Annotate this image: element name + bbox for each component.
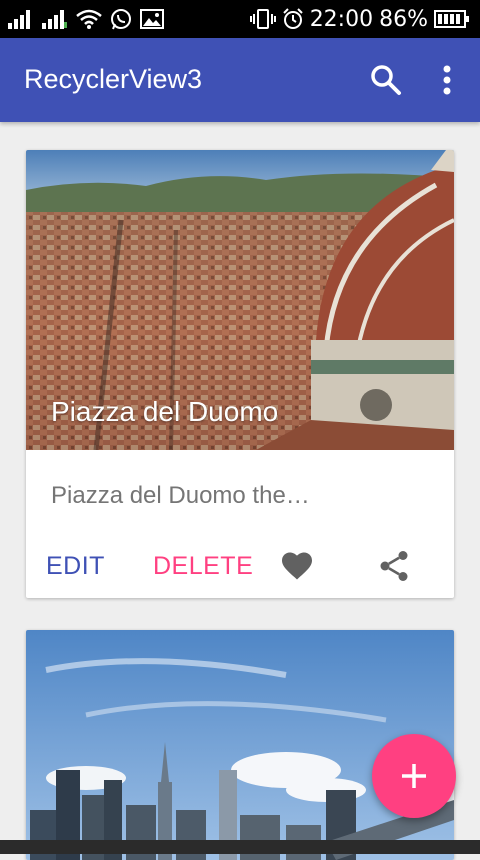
card-title: Piazza del Duomo [51, 396, 279, 427]
image-icon [140, 9, 164, 29]
signal-icon [42, 9, 68, 29]
app-title: RecyclerView3 [24, 64, 203, 94]
status-bar: 22:00 86% [0, 0, 480, 38]
card-description: Piazza del Duomo the… [51, 482, 310, 509]
share-icon[interactable] [376, 548, 412, 584]
status-left-icons [8, 8, 164, 30]
plus-icon [402, 764, 426, 788]
vibrate-icon [249, 8, 276, 30]
battery-icon [434, 9, 470, 29]
alarm-icon [282, 8, 304, 30]
more-vert-icon[interactable] [432, 60, 462, 100]
app-bar: RecyclerView3 [0, 38, 480, 122]
battery-percent: 86% [379, 6, 428, 32]
whatsapp-icon [110, 8, 132, 30]
bottom-navigation-bar [0, 840, 480, 854]
wifi-icon [76, 9, 102, 29]
signal-icon [8, 9, 34, 29]
card-image[interactable]: Piazza del Duomo [26, 150, 454, 450]
edit-button[interactable]: EDIT [46, 552, 105, 581]
heart-icon[interactable] [278, 548, 316, 584]
status-time: 22:00 [309, 6, 374, 32]
add-fab-button[interactable] [372, 734, 456, 818]
place-card[interactable]: Piazza del Duomo Piazza del Duomo the… E… [26, 150, 454, 598]
search-icon[interactable] [366, 60, 406, 100]
delete-button[interactable]: DELETE [153, 552, 253, 581]
status-right-icons: 22:00 86% [249, 6, 470, 32]
